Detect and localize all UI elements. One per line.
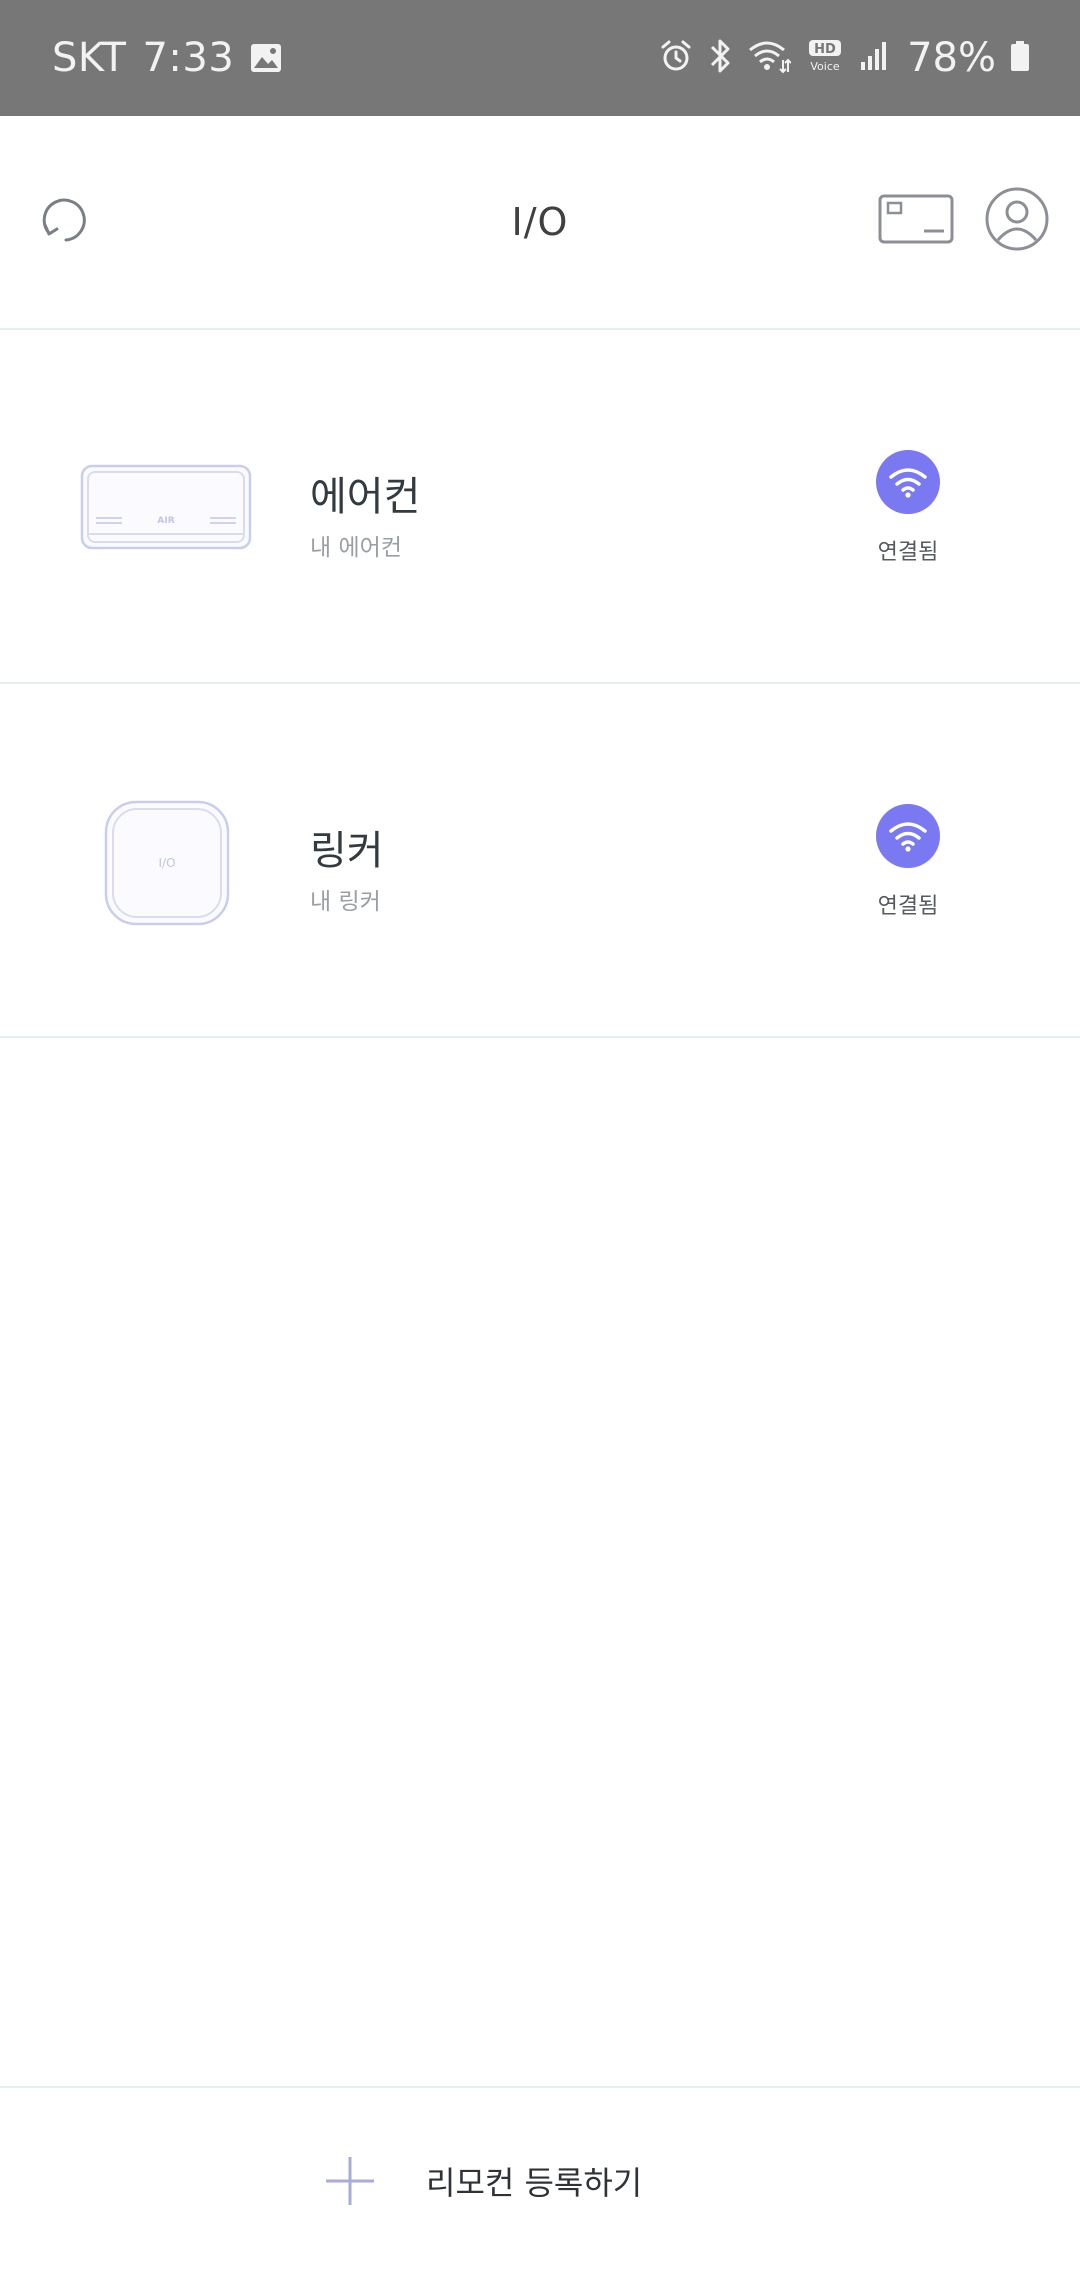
air-conditioner-icon: AIR — [80, 464, 252, 550]
status-label: 연결됨 — [877, 540, 939, 565]
profile-button[interactable] — [984, 186, 1050, 256]
profile-icon — [984, 186, 1050, 256]
bottom-bar: 리모컨 등록하기 — [0, 2086, 1080, 2280]
connection-status: 연결됨 — [862, 804, 954, 920]
alarm-icon — [659, 39, 693, 77]
device-row-linker[interactable]: I/O 링커 내 링커 연결됨 — [0, 684, 1080, 1038]
status-bar-right: HD Voice 78% — [659, 0, 1030, 116]
bluetooth-icon — [707, 38, 733, 78]
register-remote-button[interactable]: 리모컨 등록하기 — [320, 2128, 760, 2234]
linker-thumb-label: I/O — [158, 856, 175, 870]
status-bar-left: SKT 7:33 — [52, 0, 282, 116]
battery-percent: 78% — [907, 35, 996, 81]
gallery-icon — [250, 43, 282, 73]
clock: 7:33 — [142, 35, 235, 81]
wifi-connected-icon — [876, 804, 940, 868]
linker-icon: I/O — [104, 800, 230, 926]
card-button[interactable] — [878, 194, 954, 248]
plus-icon — [320, 2151, 380, 2211]
device-subtitle: 내 링커 — [310, 889, 381, 915]
wifi-connected-icon — [876, 450, 940, 514]
hd-voice-icon: HD Voice — [805, 39, 845, 77]
carrier-label: SKT — [52, 35, 127, 81]
device-name: 에어컨 — [310, 474, 421, 520]
status-bar: SKT 7:33 HD Voice 78% — [0, 0, 1080, 116]
wifi-icon — [747, 38, 792, 78]
hd-voice-text: Voice — [810, 60, 840, 73]
connection-status: 연결됨 — [862, 450, 954, 566]
card-icon — [878, 194, 954, 248]
status-label: 연결됨 — [877, 894, 939, 919]
device-name: 링커 — [310, 828, 384, 874]
device-row-air-conditioner[interactable]: AIR 에어컨 내 에어컨 연결됨 — [0, 330, 1080, 684]
device-subtitle: 내 에어컨 — [310, 535, 402, 561]
air-conditioner-thumb-label: AIR — [157, 516, 174, 526]
register-remote-label: 리모컨 등록하기 — [426, 2164, 643, 2202]
signal-icon — [859, 40, 889, 76]
battery-icon — [1010, 40, 1030, 76]
screen: SKT 7:33 HD Voice 78% I/O AIR 에어컨 내 에어컨 … — [0, 0, 1080, 2280]
hd-badge-text: HD — [814, 42, 836, 57]
app-bar: I/O — [0, 116, 1080, 330]
